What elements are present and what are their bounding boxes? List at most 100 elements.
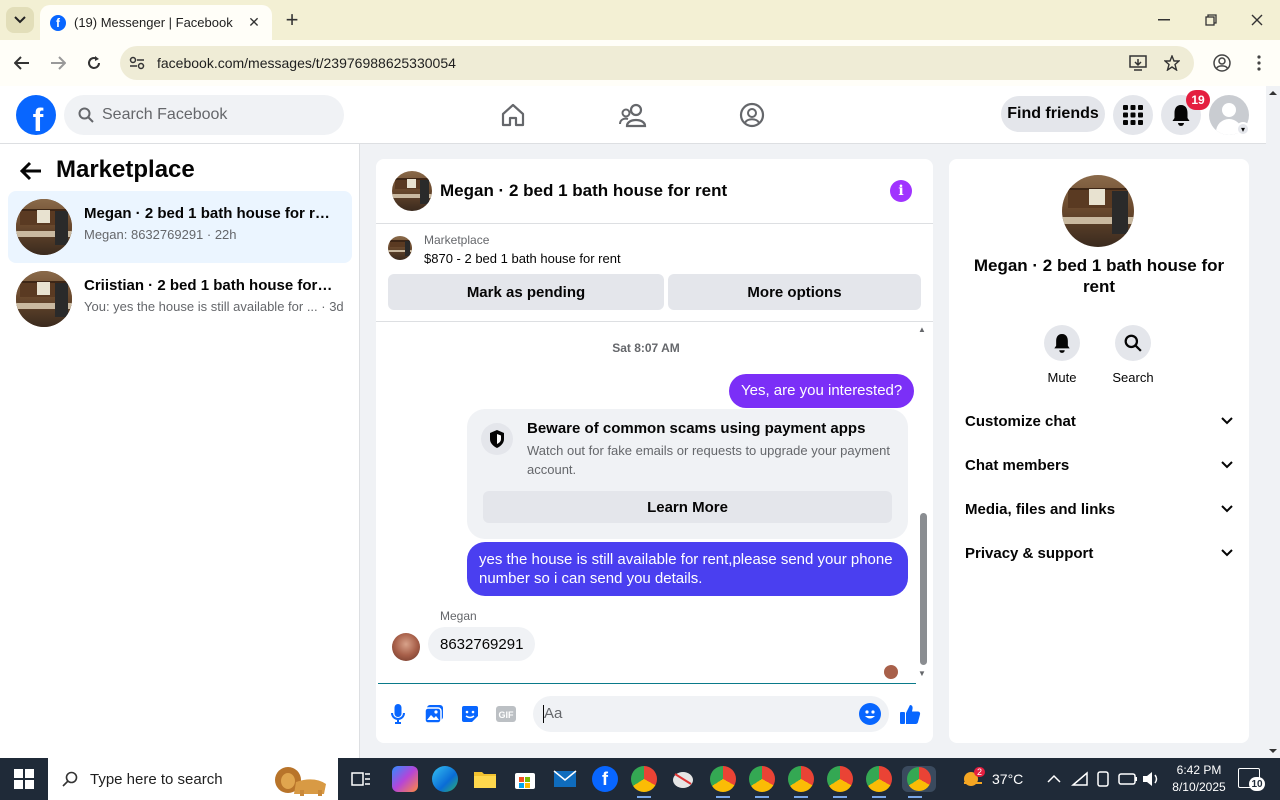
scroll-down-icon[interactable]: ▼ (918, 669, 926, 678)
mark-as-pending-button[interactable]: Mark as pending (388, 274, 664, 310)
chat-avatar[interactable] (392, 171, 432, 211)
section-label: Chat members (965, 456, 1070, 474)
menu-button[interactable] (1113, 95, 1153, 135)
pinned-app-icon[interactable] (670, 766, 696, 792)
forward-button[interactable] (43, 48, 73, 78)
mute-label: Mute (1047, 370, 1077, 385)
address-bar[interactable]: facebook.com/messages/t/2397698862533005… (120, 46, 1194, 80)
chevron-down-icon (1221, 505, 1233, 513)
scroll-up-icon[interactable]: ▲ (918, 325, 926, 334)
conversation-item[interactable]: Megan · 2 bed 1 bath house for rent Mega… (8, 191, 352, 263)
restore-button[interactable] (1188, 0, 1234, 40)
task-view-icon[interactable] (348, 766, 374, 792)
browser-tab-bar: f (19) Messenger | Facebook ✕ + (0, 0, 1280, 40)
battery-icon[interactable] (1118, 758, 1138, 800)
chrome-profile-icon[interactable] (710, 766, 736, 798)
profile-icon[interactable] (1212, 53, 1232, 73)
volume-icon[interactable] (1142, 758, 1160, 800)
mute-button[interactable]: Mute (1032, 325, 1092, 385)
find-friends-button[interactable]: Find friends (1001, 96, 1105, 132)
site-info-icon[interactable] (128, 54, 146, 72)
facebook-header: f Search Facebook Find friends 19 ▾ (0, 86, 1266, 144)
reload-button[interactable] (79, 48, 109, 78)
listing-photo[interactable] (1062, 175, 1134, 247)
clock-time: 6:42 PM (1176, 763, 1222, 777)
page-scrollbar[interactable] (1266, 86, 1280, 758)
chat-scrollbar[interactable]: ▲ ▼ (916, 323, 930, 683)
search-in-conversation-button[interactable]: Search (1103, 325, 1163, 385)
tab-title: (19) Messenger | Facebook (74, 15, 233, 30)
copilot-icon[interactable] (392, 766, 418, 792)
url-text[interactable]: facebook.com/messages/t/2397698862533005… (157, 55, 456, 71)
edge-browser-icon[interactable] (432, 766, 458, 792)
chrome-active-window-icon[interactable] (902, 766, 936, 798)
incoming-message[interactable]: 8632769291 (428, 627, 536, 661)
chrome-profile-icon[interactable] (788, 766, 814, 798)
search-icon (62, 771, 78, 787)
account-caret-icon[interactable]: ▾ (1236, 122, 1250, 136)
bookmark-star-icon[interactable] (1162, 53, 1182, 73)
chrome-profile-icon[interactable] (866, 766, 892, 798)
groups-nav-button[interactable] (735, 98, 769, 132)
info-icon[interactable]: i (890, 180, 912, 202)
voice-clip-icon[interactable] (387, 703, 409, 725)
install-app-icon[interactable] (1128, 53, 1148, 73)
taskbar-search-box[interactable]: Type here to search (48, 758, 338, 800)
chrome-profile-icon[interactable] (631, 766, 657, 798)
customize-chat-row[interactable]: Customize chat (965, 409, 1233, 433)
bell-icon (1054, 334, 1070, 353)
photo-icon[interactable] (423, 703, 445, 725)
chat-members-row[interactable]: Chat members (965, 453, 1233, 477)
back-arrow-button[interactable] (19, 160, 42, 188)
message-input[interactable]: Aa (533, 696, 889, 732)
network-icon[interactable] (1071, 758, 1089, 800)
notification-center-icon[interactable]: 10 (1238, 768, 1265, 791)
outgoing-message[interactable]: Yes, are you interested? (729, 374, 915, 408)
sender-avatar[interactable] (392, 633, 420, 661)
tab-search-button[interactable] (6, 7, 34, 33)
message-placeholder: Aa (544, 705, 563, 722)
outgoing-message[interactable]: yes the house is still available for ren… (467, 542, 908, 596)
facebook-app-icon[interactable]: f (592, 766, 618, 792)
more-options-button[interactable]: More options (668, 274, 921, 310)
gif-icon[interactable]: GIF (495, 703, 517, 725)
svg-text:GIF: GIF (499, 710, 515, 720)
section-label: Privacy & support (965, 544, 1094, 562)
scam-warning-card: Beware of common scams using payment app… (467, 409, 908, 539)
weather-widget[interactable]: 2 37°C (960, 758, 1023, 800)
browser-tab[interactable]: f (19) Messenger | Facebook ✕ (40, 5, 272, 40)
home-nav-button[interactable] (496, 98, 530, 132)
microsoft-store-icon[interactable] (512, 766, 538, 792)
like-button[interactable] (899, 703, 921, 725)
more-menu-icon[interactable] (1249, 53, 1269, 73)
facebook-search-input[interactable]: Search Facebook (64, 95, 344, 135)
facebook-logo-icon[interactable]: f (16, 95, 56, 135)
windows-taskbar: Type here to search f 2 37°C 6:42 PM 8/1… (0, 758, 1280, 800)
close-window-button[interactable] (1234, 0, 1280, 40)
back-button[interactable] (7, 48, 37, 78)
listing-thumbnail[interactable] (388, 236, 412, 260)
minimize-button[interactable] (1141, 0, 1187, 40)
privacy-support-row[interactable]: Privacy & support (965, 541, 1233, 565)
sticker-icon[interactable] (459, 703, 481, 725)
conversation-item[interactable]: Criistian · 2 bed 1 bath house for r... … (8, 263, 352, 335)
show-hidden-icons[interactable] (1046, 758, 1062, 800)
chrome-profile-icon[interactable] (749, 766, 775, 798)
learn-more-button[interactable]: Learn More (483, 491, 892, 523)
media-files-links-row[interactable]: Media, files and links (965, 497, 1233, 521)
message-thread[interactable]: Sat 8:07 AM Yes, are you interested? Bew… (376, 323, 933, 683)
friends-nav-button[interactable] (616, 98, 650, 132)
file-explorer-icon[interactable] (472, 766, 498, 792)
emoji-icon[interactable] (859, 703, 881, 725)
taskbar-search-placeholder: Type here to search (90, 770, 223, 788)
new-tab-button[interactable]: + (280, 7, 304, 32)
mail-icon[interactable] (552, 766, 578, 792)
tab-close-button[interactable]: ✕ (246, 14, 262, 31)
scrollbar-thumb[interactable] (920, 513, 927, 665)
chat-title[interactable]: Megan · 2 bed 1 bath house for rent (440, 181, 727, 201)
system-clock[interactable]: 6:42 PM 8/10/2025 (1162, 762, 1236, 796)
device-icon[interactable] (1095, 758, 1111, 800)
listing-title[interactable]: $870 - 2 bed 1 bath house for rent (424, 251, 621, 266)
chrome-profile-icon[interactable] (827, 766, 853, 798)
windows-start-icon[interactable] (14, 769, 34, 789)
